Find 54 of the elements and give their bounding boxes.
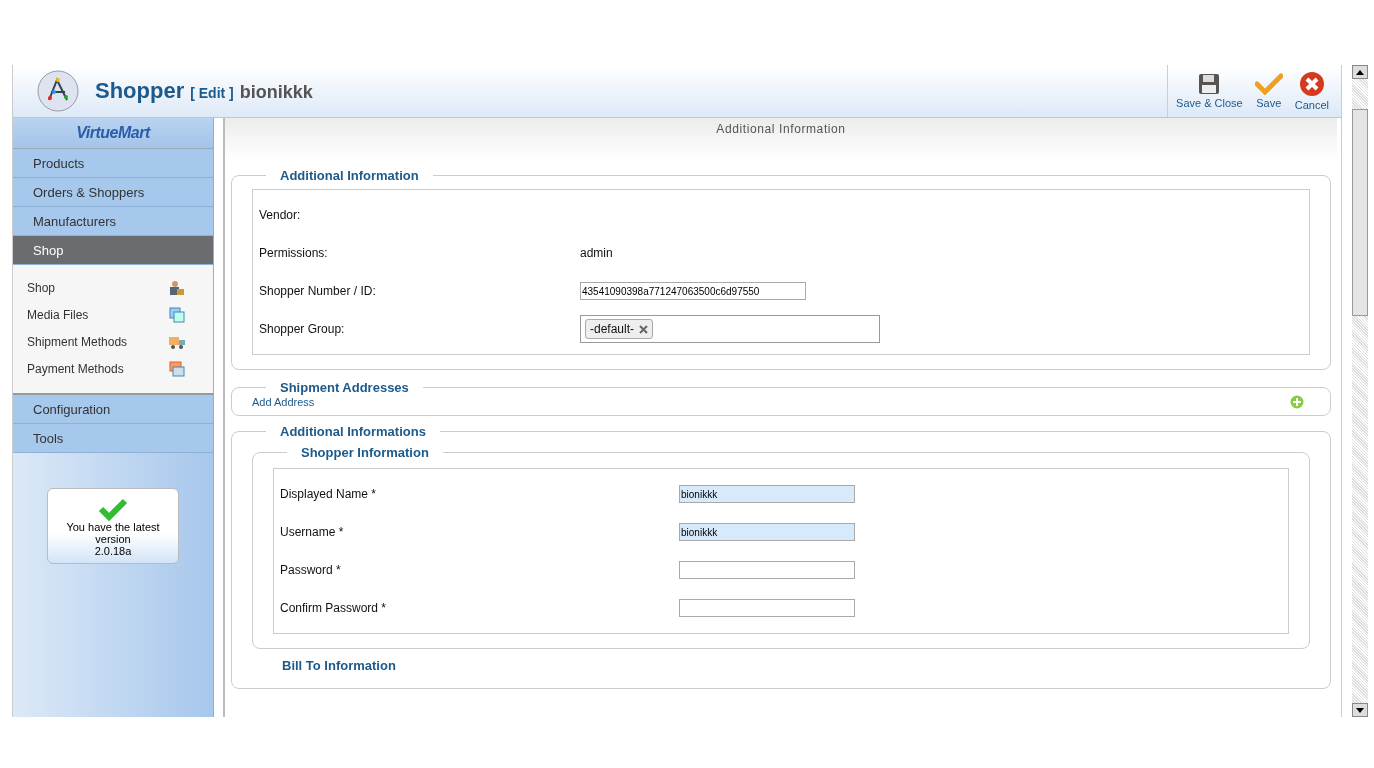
text-field[interactable]: bionikkk (679, 485, 855, 503)
shopkeeper-icon (169, 279, 185, 296)
virtuemart-logo: VirtueMart (76, 124, 150, 142)
version-number: 2.0.18a (94, 545, 132, 557)
submenu-item[interactable]: Media Files (27, 307, 89, 322)
logo-icon (37, 70, 79, 112)
cancel-button[interactable]: Cancel (1290, 71, 1333, 111)
text-field[interactable] (679, 599, 855, 617)
subsection-legend: Bill To Information (282, 658, 396, 673)
version-message: You have the latest version (65, 521, 161, 545)
subsection-legend: Shopper Information (287, 445, 443, 460)
menu-item[interactable]: Orders & Shoppers (13, 178, 213, 207)
field-label: Shopper Group: (259, 322, 346, 336)
shopper-id-field[interactable]: 43541090398a771247063500c6d97550 (580, 282, 806, 300)
remove-icon[interactable] (639, 324, 649, 334)
add-icon[interactable] (1290, 395, 1304, 409)
panel-title: Additional Information (716, 122, 846, 136)
submenu-item[interactable]: Payment Methods (27, 361, 124, 376)
menu-item[interactable]: Shop (13, 236, 213, 265)
text-field[interactable] (679, 561, 855, 579)
submenu-item[interactable]: Shipment Methods (27, 334, 128, 349)
field-label: Permissions: (259, 246, 329, 260)
group-select[interactable]: -default- (580, 315, 880, 343)
menu-item[interactable]: Configuration (13, 395, 213, 424)
section-legend: Additional Information (266, 168, 433, 183)
field-label: Vendor: (259, 208, 302, 222)
add-address-link[interactable]: Add Address (252, 396, 315, 408)
truck-icon (169, 334, 185, 349)
checkmark-icon (1254, 73, 1283, 95)
field-label: Shopper Number / ID: (259, 284, 377, 298)
field-label: Confirm Password * (280, 601, 388, 615)
field-label: Displayed Name * (280, 487, 378, 501)
submenu-item[interactable]: Shop (27, 280, 56, 295)
text-field[interactable]: bionikkk (679, 523, 855, 541)
section-legend: Shipment Addresses (266, 380, 423, 395)
page-title: Shopper (95, 78, 185, 104)
menu-item[interactable]: Products (13, 149, 213, 178)
checkmark-icon (98, 497, 128, 521)
shopper-name: bionikkk (239, 82, 313, 103)
save-close-button[interactable]: Save & Close (1172, 73, 1247, 109)
menu-item[interactable]: Tools (13, 424, 213, 453)
scroll-down-icon[interactable] (1356, 707, 1364, 713)
card-icon (169, 360, 185, 377)
save-button[interactable]: Save (1250, 73, 1287, 109)
section-legend: Additional Informations (266, 424, 440, 439)
scrollbar[interactable] (1352, 65, 1368, 717)
edit-label: [ Edit ] (190, 85, 234, 101)
field-label: Username * (280, 525, 345, 539)
images-icon (169, 306, 185, 323)
scroll-up-icon[interactable] (1356, 69, 1364, 75)
close-icon (1298, 71, 1325, 97)
field-value: admin (580, 246, 614, 260)
menu-item[interactable]: Manufacturers (13, 207, 213, 236)
field-label: Password * (280, 563, 342, 577)
